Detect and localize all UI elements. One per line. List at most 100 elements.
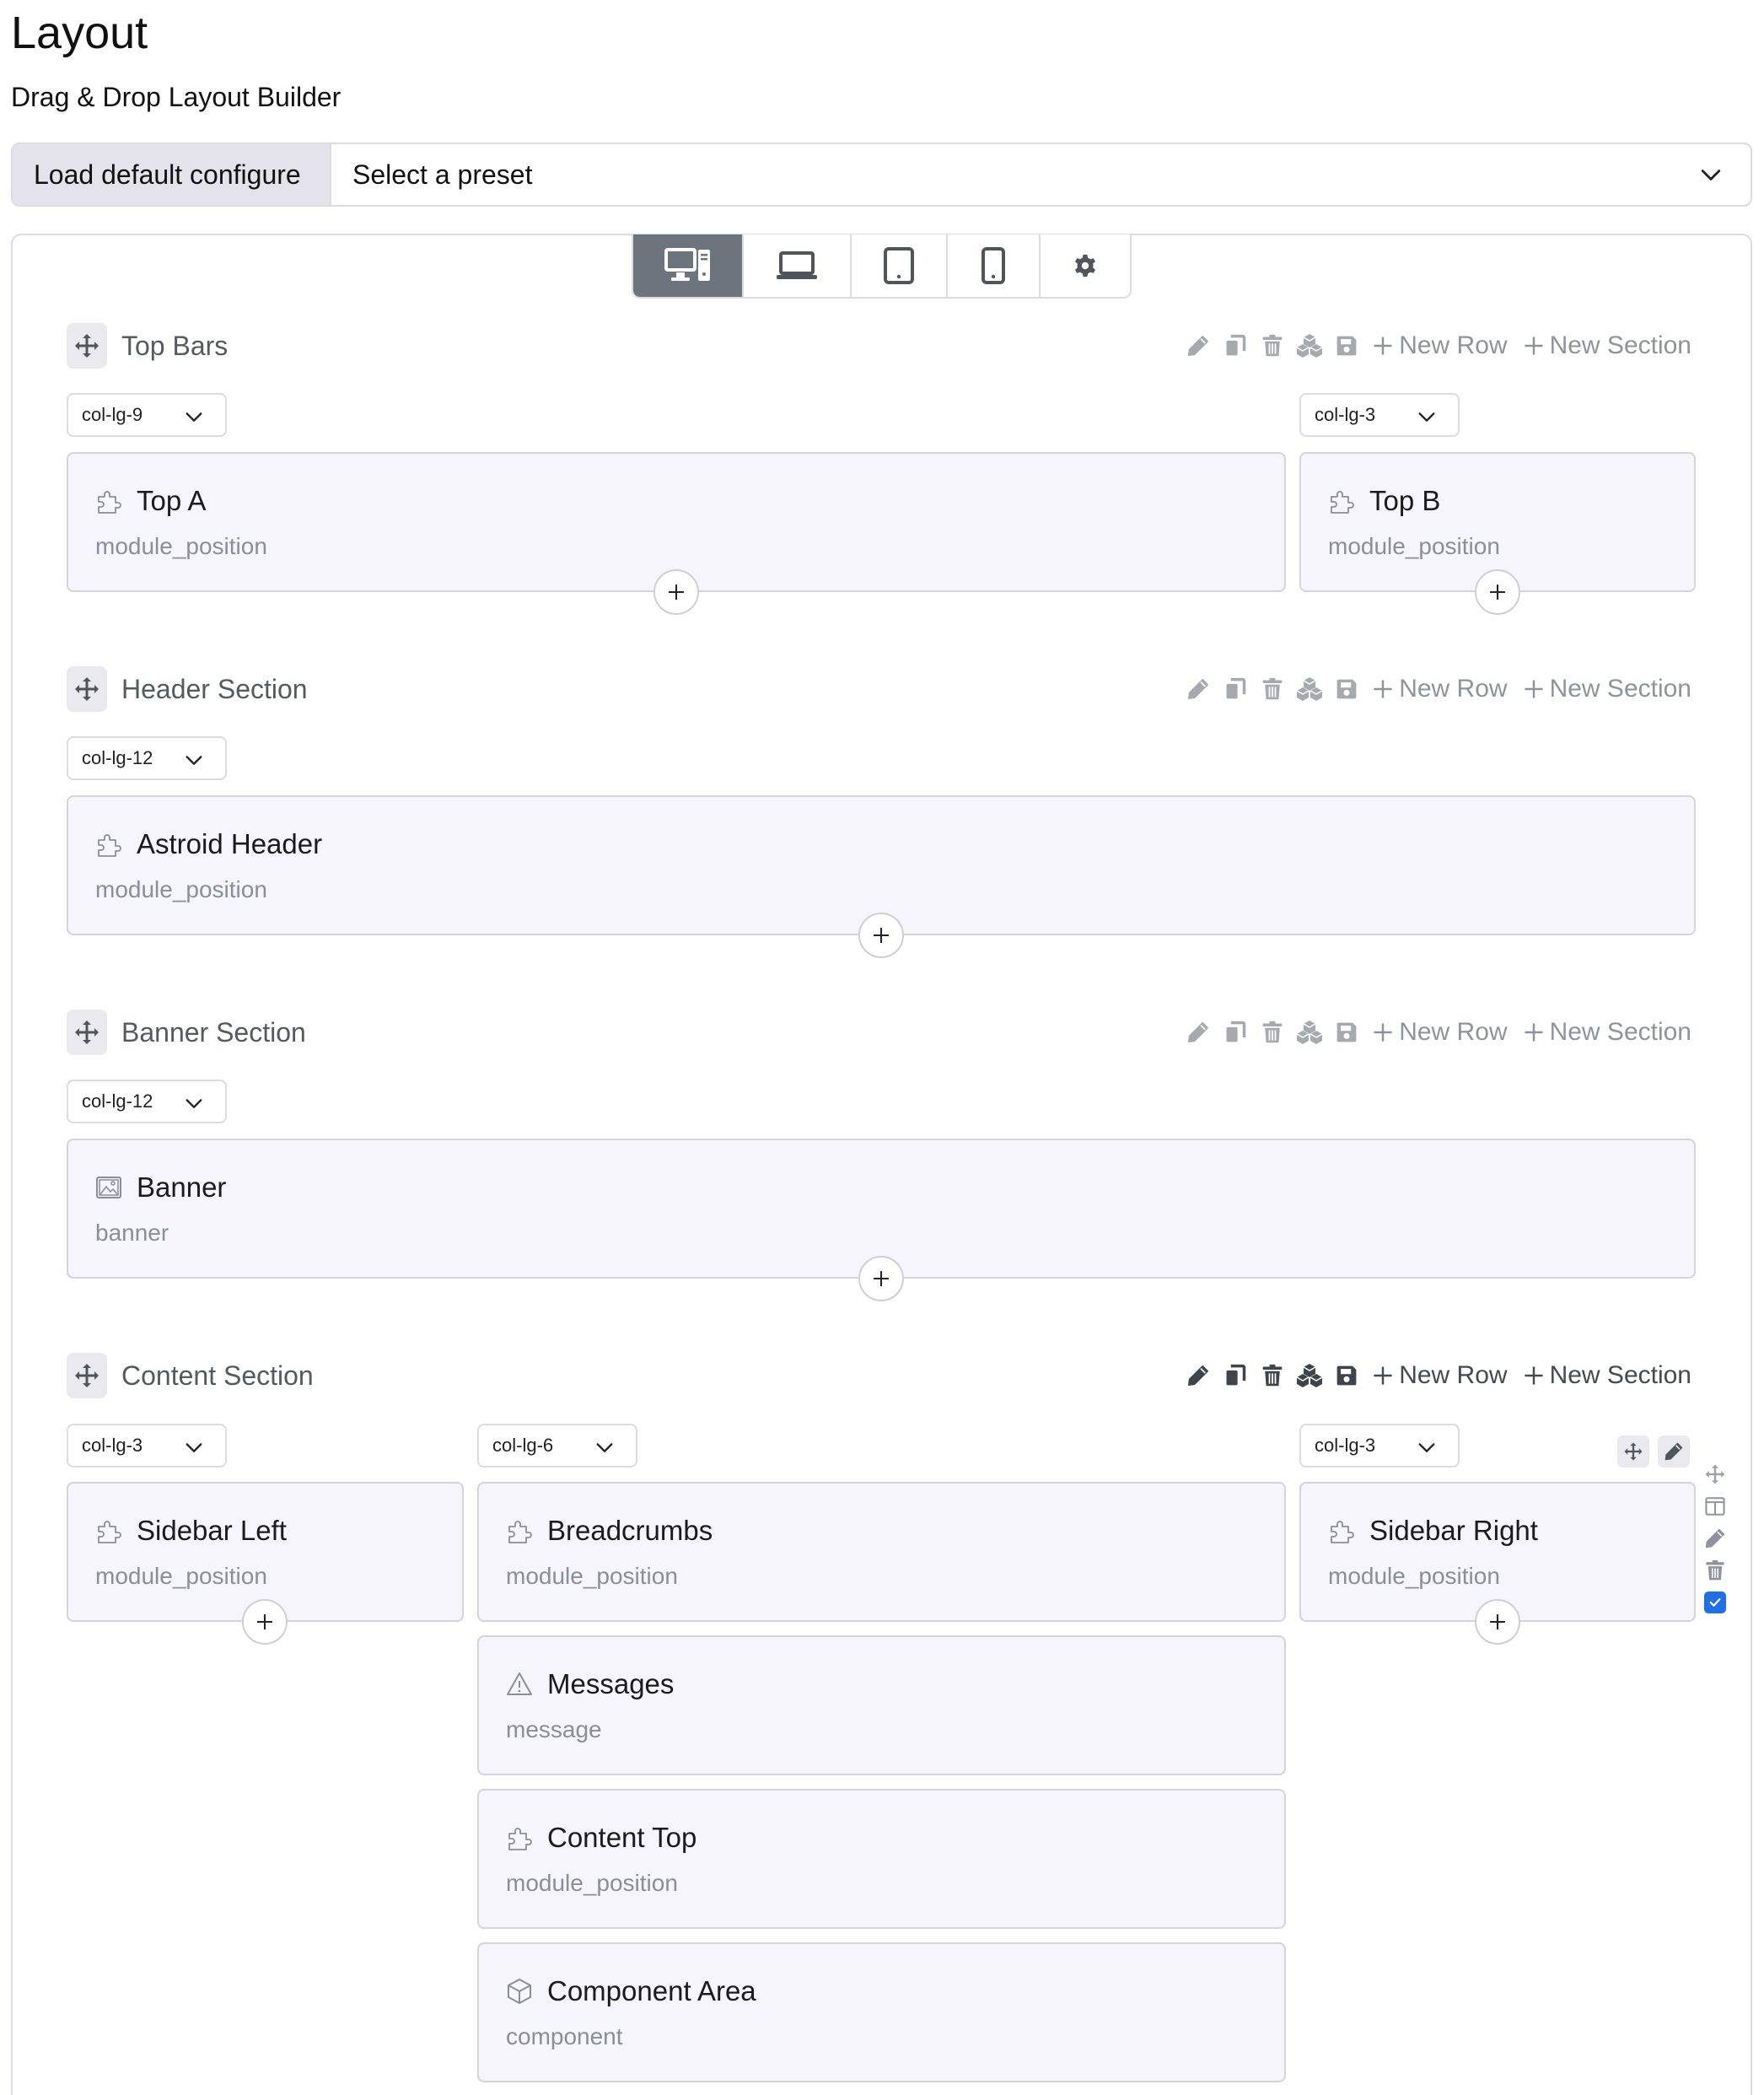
add-element-button[interactable] [858, 913, 904, 958]
edit-section-button[interactable] [1180, 323, 1217, 369]
module-card[interactable]: Breadcrumbs module_position [477, 1482, 1286, 1622]
puzzle-icon [95, 1517, 122, 1544]
pencil-icon [1664, 1441, 1684, 1462]
device-laptop-button[interactable] [744, 234, 852, 297]
section-toolbar: New Row New Section [1180, 1353, 1691, 1398]
edit-section-button[interactable] [1180, 1353, 1217, 1398]
duplicate-section-button[interactable] [1217, 1010, 1254, 1055]
save-section-button[interactable] [1328, 1353, 1365, 1398]
column-size-select[interactable]: col-lg-6 [477, 1424, 637, 1468]
add-element-button[interactable] [1475, 569, 1520, 615]
element-edit-button[interactable] [1700, 1523, 1730, 1554]
preset-bar: Load default configure Select a preset [11, 143, 1752, 207]
column-size-select[interactable]: col-lg-9 [67, 393, 227, 437]
edit-section-button[interactable] [1180, 666, 1217, 712]
new-section-button[interactable]: New Section [1523, 1361, 1691, 1390]
puzzle-icon [95, 487, 122, 514]
column-size-value: col-lg-12 [82, 1091, 153, 1112]
delete-section-button[interactable] [1254, 1353, 1291, 1398]
device-settings-button[interactable] [1041, 234, 1130, 297]
grid-section-button[interactable] [1291, 1010, 1328, 1055]
grid-section-button[interactable] [1291, 323, 1328, 369]
chevron-down-icon [185, 751, 203, 770]
duplicate-section-button[interactable] [1217, 666, 1254, 712]
column-edit-button[interactable] [1658, 1435, 1690, 1468]
new-row-button[interactable]: New Row [1372, 675, 1508, 703]
copy-icon [1224, 677, 1247, 701]
plus-icon [1488, 583, 1507, 601]
puzzle-icon [1328, 1517, 1355, 1544]
chevron-down-icon [185, 1439, 203, 1457]
preset-select[interactable]: Select a preset [331, 144, 1751, 205]
delete-section-button[interactable] [1254, 323, 1291, 369]
new-section-button[interactable]: New Section [1523, 331, 1691, 360]
edit-section-button[interactable] [1180, 1010, 1217, 1055]
warning-icon [506, 1671, 533, 1698]
new-row-button[interactable]: New Row [1372, 331, 1508, 360]
section-move-handle[interactable] [67, 666, 107, 712]
cubes-icon [1296, 676, 1323, 703]
save-section-button[interactable] [1328, 666, 1365, 712]
move-icon [1623, 1441, 1643, 1462]
chevron-down-icon [1417, 1439, 1436, 1457]
column-size-select[interactable]: col-lg-3 [1299, 1424, 1460, 1468]
column-size-select[interactable]: col-lg-3 [1299, 393, 1460, 437]
duplicate-section-button[interactable] [1217, 323, 1254, 369]
section-move-handle[interactable] [67, 323, 107, 369]
add-element-button[interactable] [242, 1599, 288, 1645]
page-title: Layout [11, 8, 148, 58]
column-size-select[interactable]: col-lg-12 [67, 736, 227, 780]
cube-icon [506, 1978, 533, 2005]
column-size-value: col-lg-3 [1315, 404, 1376, 425]
move-icon [73, 1019, 100, 1046]
column-size-value: col-lg-9 [82, 404, 143, 425]
load-default-button[interactable]: Load default configure [13, 144, 331, 205]
grid-section-button[interactable] [1291, 666, 1328, 712]
chevron-down-icon [185, 1095, 203, 1113]
new-row-button[interactable]: New Row [1372, 1361, 1508, 1390]
puzzle-icon [95, 831, 122, 858]
puzzle-icon [1328, 487, 1355, 514]
grid-section-button[interactable] [1291, 1353, 1328, 1398]
device-switcher [632, 234, 1132, 299]
element-columns-button[interactable] [1700, 1491, 1730, 1521]
device-desktop-button[interactable] [633, 234, 744, 297]
delete-section-button[interactable] [1254, 666, 1291, 712]
laptop-icon [777, 251, 817, 279]
new-section-button[interactable]: New Section [1523, 1018, 1691, 1047]
section-move-handle[interactable] [67, 1353, 107, 1398]
column-move-button[interactable] [1617, 1435, 1649, 1468]
element-delete-button[interactable] [1700, 1555, 1730, 1586]
add-element-button[interactable] [1475, 1599, 1520, 1645]
element-move-button[interactable] [1700, 1459, 1730, 1489]
column-size-value: col-lg-3 [1315, 1435, 1376, 1456]
save-section-button[interactable] [1328, 323, 1365, 369]
device-tablet-button[interactable] [852, 234, 948, 297]
module-card[interactable]: Content Top module_position [477, 1789, 1286, 1929]
module-type: module_position [1328, 533, 1500, 559]
new-section-button[interactable]: New Section [1523, 675, 1691, 703]
section-move-handle[interactable] [67, 1010, 107, 1055]
module-title: Component Area [547, 1975, 756, 2006]
plus-icon [872, 926, 890, 945]
plus-icon [1372, 1021, 1394, 1043]
column-size-select[interactable]: col-lg-12 [67, 1080, 227, 1123]
duplicate-section-button[interactable] [1217, 1353, 1254, 1398]
add-element-button[interactable] [858, 1256, 904, 1301]
module-card[interactable]: Component Area component [477, 1942, 1286, 2082]
section-header-section: Header Section New Row New Section [67, 666, 1691, 712]
plus-icon [872, 1269, 890, 1288]
delete-section-button[interactable] [1254, 1010, 1291, 1055]
module-card[interactable]: Messages message [477, 1635, 1286, 1775]
add-element-button[interactable] [653, 569, 699, 615]
column-size-value: col-lg-3 [82, 1435, 143, 1456]
trash-icon [1261, 677, 1284, 701]
trash-icon [1704, 1559, 1726, 1581]
device-mobile-button[interactable] [948, 234, 1041, 297]
save-section-button[interactable] [1328, 1010, 1365, 1055]
element-select-checkbox[interactable] [1700, 1587, 1730, 1618]
copy-icon [1224, 334, 1247, 358]
pencil-icon [1186, 677, 1210, 701]
new-row-button[interactable]: New Row [1372, 1018, 1508, 1047]
column-size-select[interactable]: col-lg-3 [67, 1424, 227, 1468]
